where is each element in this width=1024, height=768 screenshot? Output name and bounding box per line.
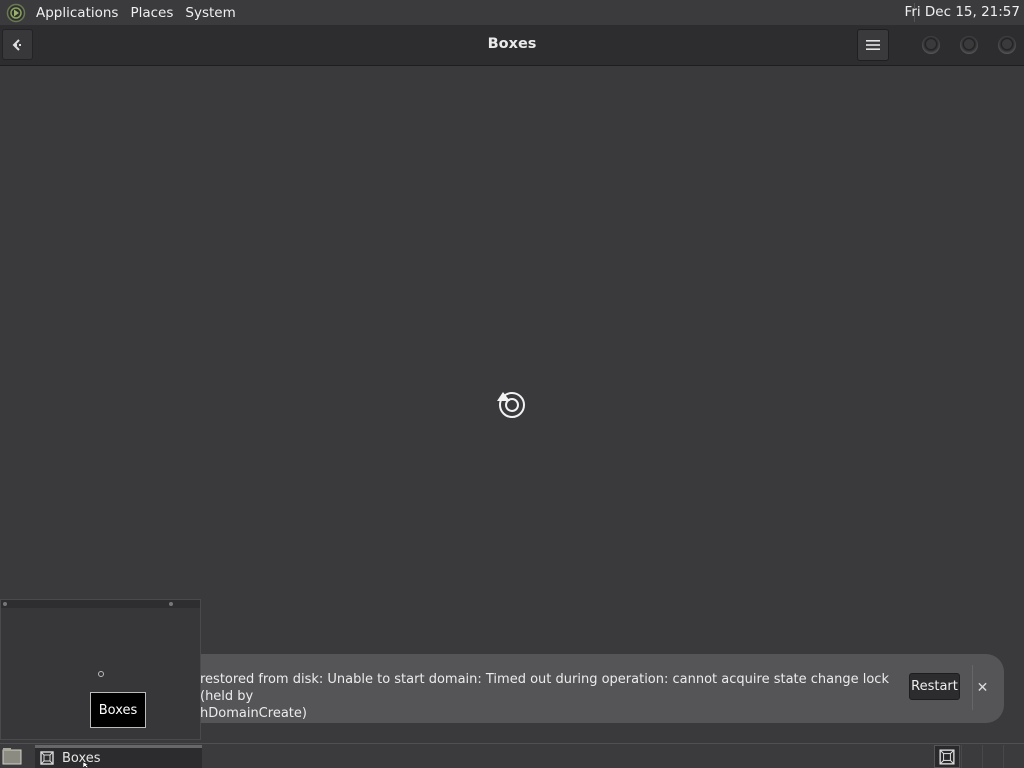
- close-window-button[interactable]: [998, 36, 1016, 54]
- notification-message-line1: restored from disk: Unable to start doma…: [200, 672, 889, 704]
- boxes-app-icon: [40, 751, 54, 765]
- taskbar-item-boxes[interactable]: Boxes: [35, 745, 202, 768]
- restart-button[interactable]: Restart: [909, 673, 960, 700]
- thumbnail-tooltip: Boxes: [90, 692, 146, 728]
- show-desktop-icon[interactable]: [2, 747, 22, 765]
- bottom-panel: Boxes: [0, 743, 1024, 768]
- workspace-2[interactable]: [961, 745, 983, 768]
- thumbnail-header: [1, 600, 200, 608]
- clock[interactable]: Fri Dec 15, 21:57: [905, 4, 1020, 20]
- hamburger-menu-icon: [866, 40, 880, 50]
- thumbnail-dot: [3, 602, 7, 606]
- boxes-app-icon: [939, 748, 955, 765]
- error-notification: restored from disk: Unable to start doma…: [120, 654, 1004, 723]
- maximize-button[interactable]: [960, 36, 978, 54]
- minimize-button[interactable]: [922, 36, 940, 54]
- notification-message-line2: hDomainCreate): [200, 706, 307, 721]
- workspace-3[interactable]: [982, 745, 1004, 768]
- menu-places[interactable]: Places: [124, 5, 179, 21]
- close-notification-button[interactable]: ✕: [972, 665, 992, 710]
- menu-button[interactable]: [857, 29, 889, 61]
- mate-logo-icon[interactable]: [6, 3, 26, 23]
- loading-spinner-icon: [497, 392, 525, 418]
- menu-applications[interactable]: Applications: [30, 5, 124, 21]
- mouse-cursor-icon: [83, 762, 90, 768]
- thumbnail-dot: [169, 602, 173, 606]
- menu-system[interactable]: System: [179, 5, 241, 21]
- back-button[interactable]: [2, 29, 33, 60]
- notification-message: restored from disk: Unable to start doma…: [200, 671, 910, 722]
- top-panel: Applications Places System Fri Dec 15, 2…: [0, 0, 1024, 25]
- workspace-1[interactable]: [934, 745, 960, 768]
- thumbnail-spinner-icon: [98, 671, 104, 677]
- window-thumbnail-preview[interactable]: Boxes: [0, 599, 201, 740]
- close-icon: ✕: [976, 679, 989, 696]
- header-bar: Boxes: [0, 25, 1024, 66]
- taskbar-item-label: Boxes: [62, 750, 101, 766]
- back-arrow-icon: [12, 38, 23, 51]
- workspace-4[interactable]: [1003, 745, 1024, 768]
